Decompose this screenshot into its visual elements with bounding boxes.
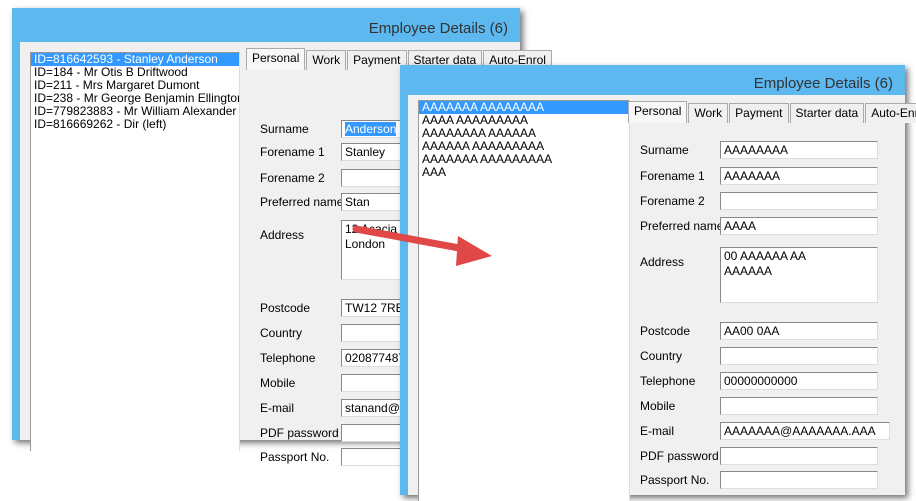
arrow-icon <box>352 225 492 266</box>
